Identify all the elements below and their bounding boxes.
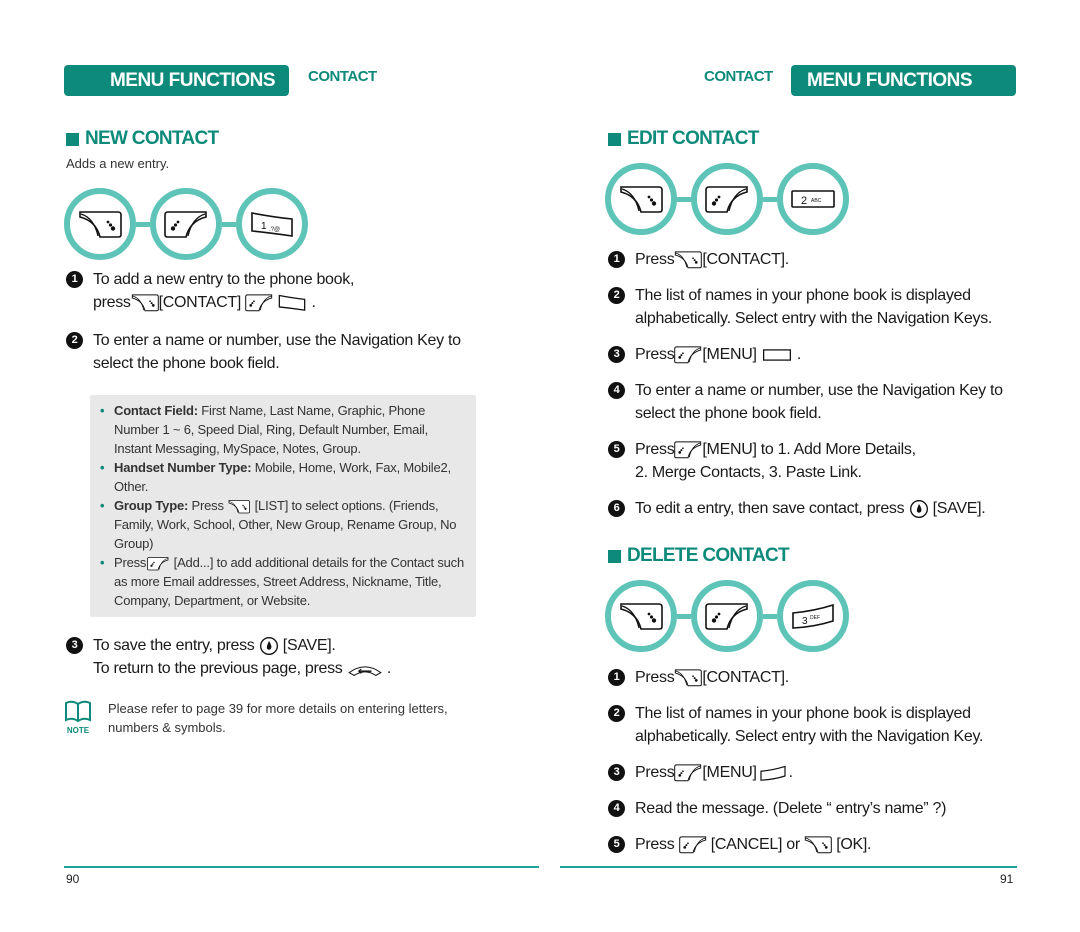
ok-key-icon (259, 636, 279, 656)
key-1-label: 1 (261, 221, 267, 232)
step-1: 1 To add a new entry to the phone book, … (66, 268, 481, 314)
detail-contact-field: Contact Field: First Name, Last Name, Gr… (100, 401, 466, 458)
svg-text:2: 2 (801, 195, 807, 207)
delete-contact-key-sequence: 3 DEF (605, 580, 849, 652)
edit-step-4: 4 To enter a name or number, use the Navi… (608, 379, 1028, 425)
key-3-icon: 3 DEF (777, 580, 849, 652)
edit-step-1: 1 Press [CONTACT]. (608, 248, 1028, 271)
svg-text:3: 3 (802, 616, 808, 627)
footer-rule-left (64, 866, 539, 868)
delete-step-4: 4 Read the message. (Delete “ entry’s nam… (608, 797, 1028, 820)
left-soft-key-icon (245, 293, 273, 312)
key-1-icon: 1 .?@ (236, 188, 308, 260)
left-soft-key-icon (674, 763, 702, 782)
left-soft-key-icon (674, 440, 702, 459)
left-soft-key-icon (674, 345, 702, 364)
step-2: 2 To enter a name or number, use the Nav… (66, 329, 481, 375)
right-soft-key-icon (674, 668, 702, 687)
key-2-icon (762, 349, 791, 361)
key-1-icon (278, 295, 306, 312)
new-contact-subtitle: Adds a new entry. (66, 156, 170, 171)
detail-add: Press [Add...] to add additional details… (100, 553, 466, 610)
detail-group-type: Group Type: Press [LIST] to select optio… (100, 496, 466, 553)
section-square-icon (608, 549, 621, 563)
edit-contact-heading: EDIT CONTACT (608, 128, 759, 150)
page-number-right: 91 (1000, 872, 1014, 886)
left-soft-key-icon (691, 163, 763, 235)
left-soft-key-icon (146, 556, 170, 571)
left-soft-key-icon (679, 835, 707, 854)
delete-contact-heading: DELETE CONTACT (608, 545, 790, 567)
delete-contact-steps: 1 Press [CONTACT]. 2 The list of names in y… (608, 666, 1028, 856)
new-contact-title: NEW CONTACT (85, 128, 219, 149)
step-number: 1 (66, 271, 83, 288)
edit-step-6: 6 To edit a entry, then save contact, pre… (608, 497, 1028, 520)
menu-functions-label: MENU FUNCTIONS (109, 69, 276, 91)
key-3-icon (760, 765, 786, 781)
delete-step-5: 5 Press [CANCEL] or [OK]. (608, 833, 1028, 856)
field-details-box: Contact Field: First Name, Last Name, Gr… (90, 395, 476, 617)
ok-key-icon (909, 499, 929, 519)
delete-step-3: 3 Press [MENU]. (608, 761, 1028, 784)
key-2-icon: 2 ABC (777, 163, 849, 235)
new-contact-heading: NEW CONTACT (66, 128, 219, 150)
edit-contact-steps: 1 Press [CONTACT]. 2 The list of names in y… (608, 248, 1028, 520)
section-square-icon (66, 132, 79, 146)
right-soft-key-icon (131, 293, 159, 312)
contact-tab-label-left: CONTACT (308, 68, 377, 85)
menu-functions-bar-left: MENU FUNCTIONS (64, 65, 289, 96)
edit-step-3: 3 Press [MENU] . (608, 343, 1028, 366)
page-number-left: 90 (66, 872, 80, 886)
right-soft-key-icon (605, 163, 677, 235)
svg-text:.?@: .?@ (269, 227, 280, 233)
contact-tab-label-right: CONTACT (704, 68, 773, 85)
delete-step-1: 1 Press [CONTACT]. (608, 666, 1028, 689)
new-contact-steps: 1 To add a new entry to the phone book, … (66, 268, 481, 375)
footer-rule-right (560, 866, 1017, 868)
right-soft-key-icon (64, 188, 136, 260)
note-book-icon: NOTE (62, 699, 94, 740)
left-soft-key-icon (150, 188, 222, 260)
delete-step-2: 2 The list of names in your phone book is… (608, 702, 1028, 748)
back-key-icon (347, 660, 383, 678)
edit-step-2: 2 The list of names in your phone book is… (608, 284, 1028, 330)
edit-step-5: 5 Press [MENU] to 1. Add More Details, 2. M… (608, 438, 1028, 484)
right-soft-key-icon (804, 835, 832, 854)
svg-text:DEF: DEF (810, 615, 820, 621)
right-soft-key-icon (605, 580, 677, 652)
note: NOTE Please refer to page 39 for more de… (62, 699, 482, 740)
left-soft-key-icon (691, 580, 763, 652)
right-soft-key-icon (227, 499, 251, 514)
menu-functions-bar-right: MENU FUNCTIONS (791, 65, 1016, 96)
detail-handset-number-type: Handset Number Type: Mobile, Home, Work,… (100, 458, 466, 496)
svg-text:ABC: ABC (811, 198, 822, 204)
section-square-icon (608, 132, 621, 146)
right-soft-key-icon (674, 250, 702, 269)
new-contact-key-sequence: 1 .?@ (64, 188, 308, 260)
note-text: Please refer to page 39 for more details… (108, 701, 448, 735)
new-contact-step-3: 3 To save the entry, press [SAVE]. To re… (66, 634, 481, 680)
edit-contact-key-sequence: 2 ABC (605, 163, 849, 235)
